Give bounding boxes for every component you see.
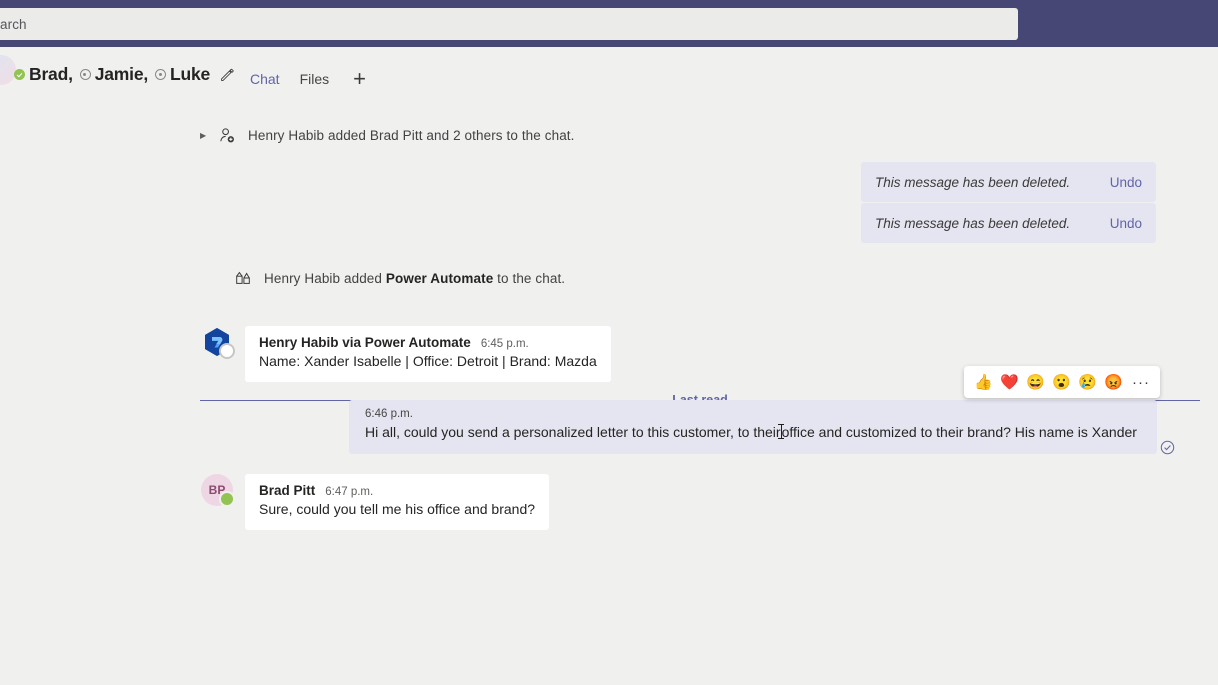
participant-brad-label: Brad, — [29, 64, 73, 84]
message-body-after-caret: office and customized to their brand? Hi… — [781, 424, 1137, 440]
deleted-message-1: This message has been deleted. Undo — [861, 162, 1156, 202]
message-time: 6:45 p.m. — [480, 338, 529, 350]
deleted-message-text: This message has been deleted. — [875, 215, 1071, 231]
heart-reaction[interactable]: ❤️ — [1000, 375, 1019, 390]
system-message-text: Henry Habib added Power Automate to the … — [264, 271, 565, 286]
system-prefix: Henry Habib added — [264, 270, 386, 286]
more-options-icon[interactable]: ··· — [1132, 374, 1150, 391]
presence-offline-icon — [79, 69, 91, 80]
message-time: 6:47 p.m. — [325, 486, 374, 498]
add-tab-button[interactable]: + — [353, 59, 366, 99]
system-app-name: Power Automate — [385, 270, 494, 286]
deleted-message-text: This message has been deleted. — [875, 174, 1071, 190]
tab-files-label: Files — [299, 71, 330, 87]
tab-chat-label: Chat — [250, 71, 280, 87]
participant-jamie[interactable]: Jamie, — [79, 64, 149, 85]
presence-unknown-icon — [219, 343, 235, 359]
undo-link[interactable]: Undo — [1110, 175, 1142, 190]
message-bubble: Henry Habib via Power Automate 6:45 p.m.… — [245, 326, 611, 382]
tab-files[interactable]: Files — [290, 59, 340, 99]
reaction-toolbar: 👍 ❤️ 😄 😮 😢 😡 ··· — [964, 366, 1160, 398]
system-message-added-members[interactable]: ▶ Henry Habib added Brad Pitt and 2 othe… — [200, 124, 575, 146]
presence-available-icon — [14, 69, 25, 80]
participant-luke[interactable]: Luke — [155, 64, 210, 85]
sad-reaction[interactable]: 😢 — [1078, 375, 1097, 390]
message-body: Sure, could you tell me his office and b… — [259, 501, 536, 517]
message-reply: BP Brad Pitt 6:47 p.m. Sure, could you t… — [201, 474, 550, 530]
add-person-icon — [216, 124, 238, 146]
message-body-before-caret: Hi all, could you send a personalized le… — [365, 424, 781, 440]
participant-brad[interactable]: Brad, — [14, 64, 73, 85]
search-input[interactable]: arch — [0, 8, 1018, 40]
seen-check-icon — [1159, 439, 1176, 456]
chevron-right-icon[interactable]: ▶ — [200, 131, 208, 140]
chat-tabs: Chat Files + — [240, 59, 366, 103]
avatar[interactable]: BP — [201, 474, 235, 507]
deleted-message-2: This message has been deleted. Undo — [861, 203, 1156, 243]
chat-header: Brad, Jamie, Luke Chat Files + — [0, 47, 1218, 103]
presence-offline-icon — [155, 69, 167, 80]
message-bot: Henry Habib via Power Automate 6:45 p.m.… — [201, 326, 611, 382]
message-meta: Brad Pitt 6:47 p.m. — [259, 483, 535, 498]
app-icon — [232, 267, 254, 289]
chat-title-group[interactable]: Brad, Jamie, Luke — [14, 64, 236, 85]
search-placeholder: arch — [0, 16, 27, 32]
system-suffix: to the chat. — [493, 270, 566, 286]
text-cursor-icon — [778, 424, 785, 439]
system-message-added-app: Henry Habib added Power Automate to the … — [232, 267, 565, 289]
message-sender[interactable]: Henry Habib via Power Automate — [259, 335, 471, 350]
power-automate-logo — [201, 326, 235, 359]
message-time: 6:46 p.m. — [365, 408, 413, 420]
message-outgoing: 6:46 p.m. Hi all, could you send a perso… — [349, 400, 1157, 454]
participant-jamie-label: Jamie, — [94, 64, 149, 84]
message-body: Hi all, could you send a personalized le… — [365, 423, 1141, 442]
message-bubble: Brad Pitt 6:47 p.m. Sure, could you tell… — [245, 474, 550, 530]
laugh-reaction[interactable]: 😄 — [1026, 375, 1045, 390]
message-sender[interactable]: Brad Pitt — [259, 483, 315, 498]
system-message-text: Henry Habib added Brad Pitt and 2 others… — [248, 127, 575, 143]
undo-link[interactable]: Undo — [1110, 216, 1142, 231]
surprised-reaction[interactable]: 😮 — [1052, 375, 1071, 390]
angry-reaction[interactable]: 😡 — [1104, 375, 1123, 390]
message-meta: Henry Habib via Power Automate 6:45 p.m. — [259, 335, 597, 350]
top-navigation-bar: arch — [0, 0, 1218, 47]
presence-available-icon — [219, 491, 235, 507]
tab-chat[interactable]: Chat — [240, 59, 290, 103]
pencil-icon[interactable] — [218, 66, 236, 84]
message-list: ▶ Henry Habib added Brad Pitt and 2 othe… — [0, 100, 1218, 685]
participant-luke-label: Luke — [170, 64, 211, 84]
thumbs-up-reaction[interactable]: 👍 — [974, 375, 993, 390]
message-body: Name: Xander Isabelle | Office: Detroit … — [259, 353, 597, 369]
